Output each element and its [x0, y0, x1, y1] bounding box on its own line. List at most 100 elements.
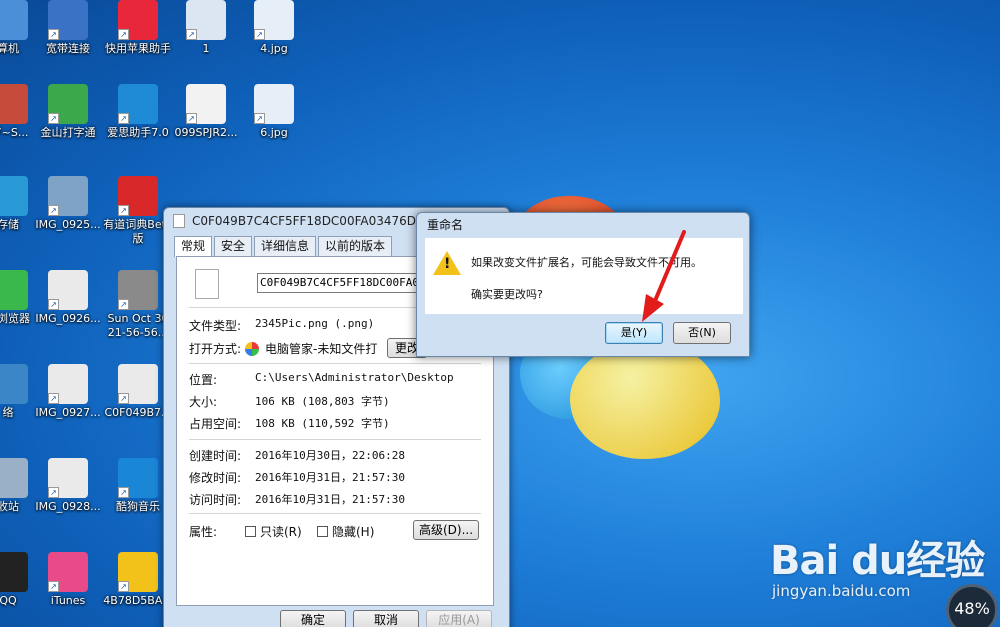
shortcut-arrow-icon: ↗ — [48, 581, 59, 592]
desktop-icon-image: ↗ — [254, 84, 294, 124]
shortcut-arrow-icon: ↗ — [118, 581, 129, 592]
desktop-icon[interactable]: ↗ iTunes — [30, 552, 106, 608]
desktop-icon[interactable]: ↗ IMG_0928... — [30, 458, 106, 514]
desktop-icon-label: 4.jpg — [260, 42, 288, 55]
open-with-value: 电脑管家-未知文件打 — [265, 342, 378, 356]
created-label: 创建时间: — [189, 449, 242, 463]
desktop-icon[interactable]: ↗ 4.jpg — [236, 0, 312, 56]
large-file-icon — [195, 269, 219, 299]
desktop-icon-image: ↗ — [48, 84, 88, 124]
desktop-icon-image: ↗ — [0, 458, 28, 498]
desktop-icon-image: ↗ — [118, 552, 158, 592]
red-arrow-annotation — [642, 230, 686, 322]
shortcut-arrow-icon: ↗ — [186, 29, 197, 40]
shortcut-arrow-icon: ↗ — [48, 205, 59, 216]
location-row: 位置: C:\Users\Administrator\Desktop — [189, 371, 454, 388]
tab-previous-versions[interactable]: 以前的版本 — [318, 236, 393, 256]
desktop-icon-image: ↗ — [0, 176, 28, 216]
pc-manager-icon — [245, 342, 259, 356]
shortcut-arrow-icon: ↗ — [118, 487, 129, 498]
open-with-label: 打开方式: — [189, 342, 242, 356]
desktop-icon-image: ↗ — [118, 364, 158, 404]
desktop-icon-image: ↗ — [48, 0, 88, 40]
performance-gauge[interactable]: 48% — [946, 584, 998, 627]
shortcut-arrow-icon: ↗ — [118, 113, 129, 124]
desktop-icon-label: 快用苹果助手 — [105, 42, 171, 55]
desktop-icon[interactable]: ↗ IMG_0926... — [30, 270, 106, 326]
desktop-icon-image: ↗ — [48, 176, 88, 216]
size-label: 大小: — [189, 395, 218, 409]
desktop-icon[interactable]: ↗ 6.jpg — [236, 84, 312, 140]
attributes-row: 属性: — [189, 523, 217, 540]
disk-size-label: 占用空间: — [189, 417, 242, 431]
desktop-icon[interactable]: ↗ IMG_0925... — [30, 176, 106, 232]
apply-button[interactable]: 应用(A) — [426, 610, 492, 627]
shortcut-arrow-icon: ↗ — [48, 393, 59, 404]
shortcut-arrow-icon: ↗ — [118, 393, 129, 404]
desktop-icon-image: ↗ — [0, 0, 28, 40]
desktop-icon[interactable]: ↗ 爱思助手7.0 — [100, 84, 176, 140]
desktop-icon[interactable]: ↗ 金山打字通 — [30, 84, 106, 140]
shortcut-arrow-icon: ↗ — [186, 113, 197, 124]
desktop-icon-label: 1 — [202, 42, 210, 55]
desktop-icon-image: ↗ — [48, 270, 88, 310]
desktop-icon-label: IMG_0925... — [35, 218, 101, 231]
modified-value: 2016年10月31日，21:57:30 — [255, 471, 405, 484]
desktop-icon-label: IMG_0928... — [35, 500, 101, 513]
hidden-checkbox-row[interactable]: 隐藏(H) — [317, 523, 374, 540]
attributes-label: 属性: — [189, 525, 218, 539]
desktop-icon-image: ↗ — [118, 270, 158, 310]
created-value: 2016年10月30日，22:06:28 — [255, 449, 405, 462]
desktop-icon[interactable]: ↗ 1 — [168, 0, 244, 56]
desktop-icon-image: ↗ — [48, 458, 88, 498]
cancel-button[interactable]: 取消 — [353, 610, 419, 627]
disk-size-row: 占用空间: 108 KB (110,592 字节) — [189, 415, 390, 432]
desktop-icon-image: ↗ — [0, 270, 28, 310]
shortcut-arrow-icon: ↗ — [48, 299, 59, 310]
readonly-checkbox[interactable] — [245, 526, 256, 537]
desktop-icon[interactable]: ↗ IMG_0927... — [30, 364, 106, 420]
modified-label: 修改时间: — [189, 471, 242, 485]
advanced-button[interactable]: 高级(D)... — [413, 520, 479, 540]
baidu-logo: Bai du经验 — [770, 538, 985, 584]
desktop-icon-label: 099SPJR2... — [174, 126, 238, 139]
created-row: 创建时间: 2016年10月30日，22:06:28 — [189, 447, 405, 464]
disk-size-value: 108 KB (110,592 字节) — [255, 417, 390, 430]
desktop-icon-label: 爱思助手7.0 — [107, 126, 169, 139]
divider — [189, 513, 481, 514]
baidu-watermark: Bai du经验 jingyan.baidu.com — [770, 528, 985, 600]
ok-button[interactable]: 确定 — [280, 610, 346, 627]
hidden-label: 隐藏(H) — [332, 525, 375, 539]
desktop-icon[interactable]: ↗ 宽带连接 — [30, 0, 106, 56]
shortcut-arrow-icon: ↗ — [118, 29, 129, 40]
desktop-icon[interactable]: ↗ 快用苹果助手 — [100, 0, 176, 56]
shortcut-arrow-icon: ↗ — [118, 299, 129, 310]
readonly-checkbox-row[interactable]: 只读(R) — [245, 523, 302, 540]
shortcut-arrow-icon: ↗ — [48, 487, 59, 498]
hidden-checkbox[interactable] — [317, 526, 328, 537]
file-type-label: 文件类型: — [189, 319, 242, 333]
size-value: 106 KB (108,803 字节) — [255, 395, 390, 408]
desktop-icon-image: ↗ — [48, 552, 88, 592]
rename-question: 确实要更改吗? — [471, 288, 543, 301]
desktop-icon-label: IMG_0927... — [35, 406, 101, 419]
location-value: C:\Users\Administrator\Desktop — [255, 371, 454, 384]
accessed-label: 访问时间: — [189, 493, 242, 507]
accessed-value: 2016年10月31日，21:57:30 — [255, 493, 405, 506]
file-type-value: 2345Pic.png (.png) — [255, 317, 375, 330]
desktop-icon-image: ↗ — [0, 84, 28, 124]
modified-row: 修改时间: 2016年10月31日，21:57:30 — [189, 469, 405, 486]
tab-details[interactable]: 详细信息 — [254, 236, 317, 256]
divider — [189, 439, 481, 440]
tab-general[interactable]: 常规 — [174, 236, 213, 257]
properties-tabs: 常规 安全 详细信息 以前的版本 — [174, 236, 394, 257]
desktop-icon-label: 金山打字通 — [40, 126, 96, 139]
desktop-icon[interactable]: ↗ 099SPJR2... — [168, 84, 244, 140]
shortcut-arrow-icon: ↗ — [118, 205, 129, 216]
desktop-icon-image: ↗ — [118, 458, 158, 498]
readonly-label: 只读(R) — [260, 525, 302, 539]
tab-security[interactable]: 安全 — [214, 236, 253, 256]
desktop-icon-image: ↗ — [254, 0, 294, 40]
desktop-icon-image: ↗ — [0, 552, 28, 592]
desktop-icon-image: ↗ — [118, 0, 158, 40]
